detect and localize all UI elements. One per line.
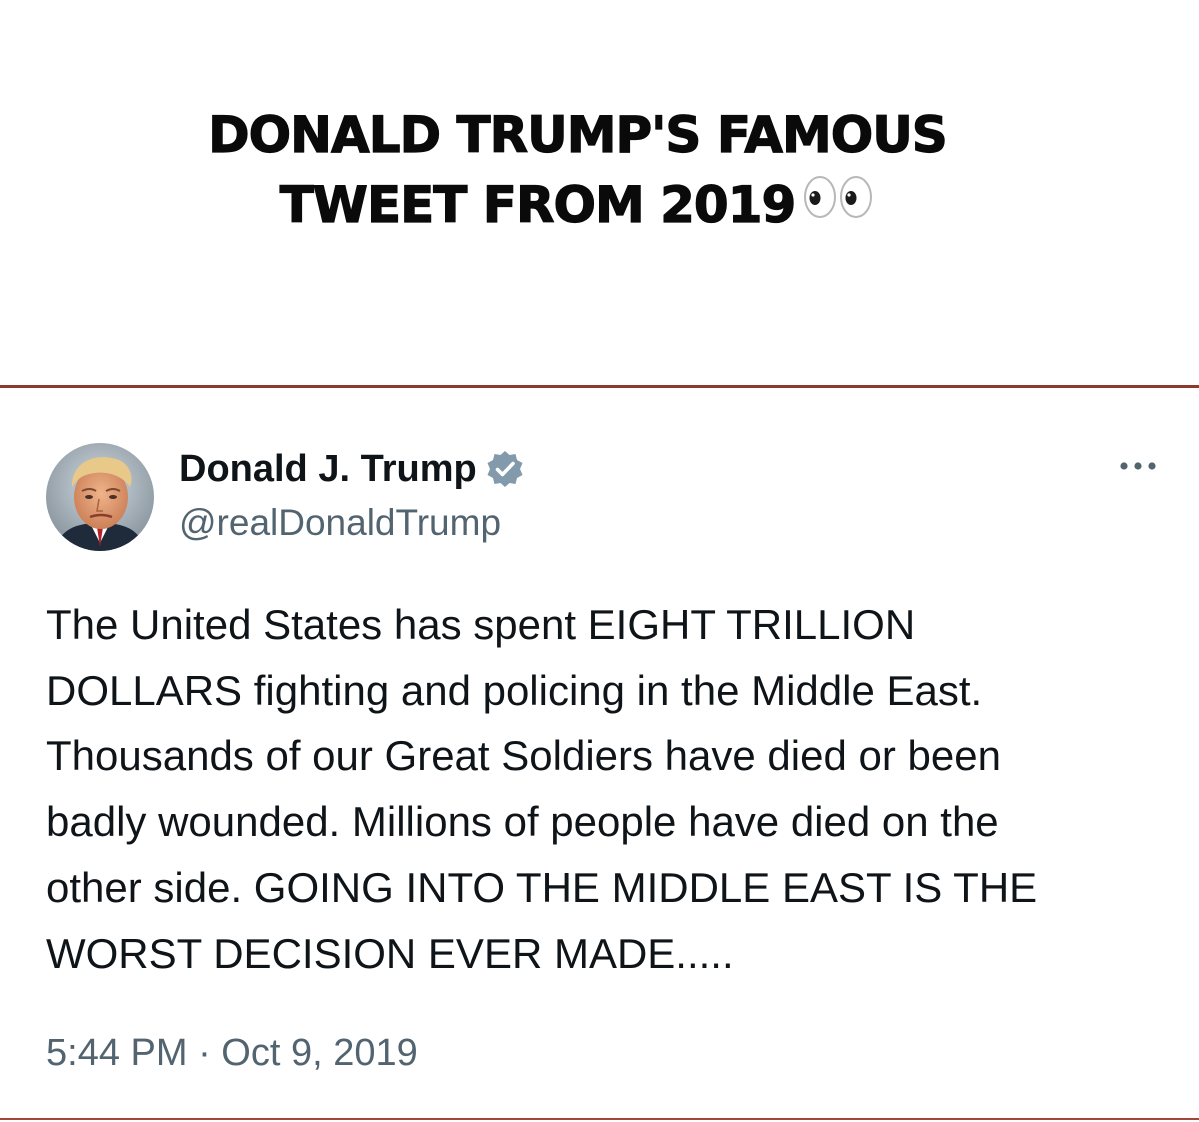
tweet-text-line: The United States has spent EIGHT TRILLI…	[46, 601, 916, 648]
top-divider	[0, 385, 1199, 388]
tweet-text-line: other side. GOING INTO THE MIDDLE EAST I…	[46, 863, 1038, 911]
more-options-button[interactable]	[1114, 454, 1162, 478]
tweet-text-line: DOLLARS fighting and policing in the Mid…	[46, 666, 983, 714]
headline-line-1: DONALD TRUMP'S FAMOUS	[208, 105, 949, 164]
tweet-text: The United States has spent EIGHT TRILLI…	[46, 592, 1166, 986]
author-row: Donald J. Trump	[179, 444, 525, 494]
headline-line-2: TWEET FROM 2019	[0, 170, 1155, 244]
tweet-text-line: Thousands of our Great Soldiers have die…	[46, 732, 1001, 780]
avatar[interactable]	[46, 443, 154, 551]
profile-photo-icon	[46, 443, 154, 551]
headline: DONALD TRUMP'S FAMOUS TWEET FROM 2019	[0, 100, 1155, 244]
verified-badge-icon	[487, 451, 523, 487]
tweet-timestamp[interactable]: 5:44 PM · Oct 9, 2019	[46, 1032, 418, 1075]
author-handle[interactable]: @realDonaldTrump	[179, 502, 501, 544]
headline-line-2-text: TWEET FROM 2019	[279, 175, 797, 234]
bottom-divider	[0, 1118, 1199, 1120]
eyes-icon	[803, 168, 875, 238]
more-options-icon	[1120, 462, 1156, 470]
display-name[interactable]: Donald J. Trump	[179, 448, 477, 491]
tweet-text-line: badly wounded. Millions of people have d…	[46, 798, 999, 846]
tweet-text-line: WORST DECISION EVER MADE.....	[46, 929, 734, 977]
